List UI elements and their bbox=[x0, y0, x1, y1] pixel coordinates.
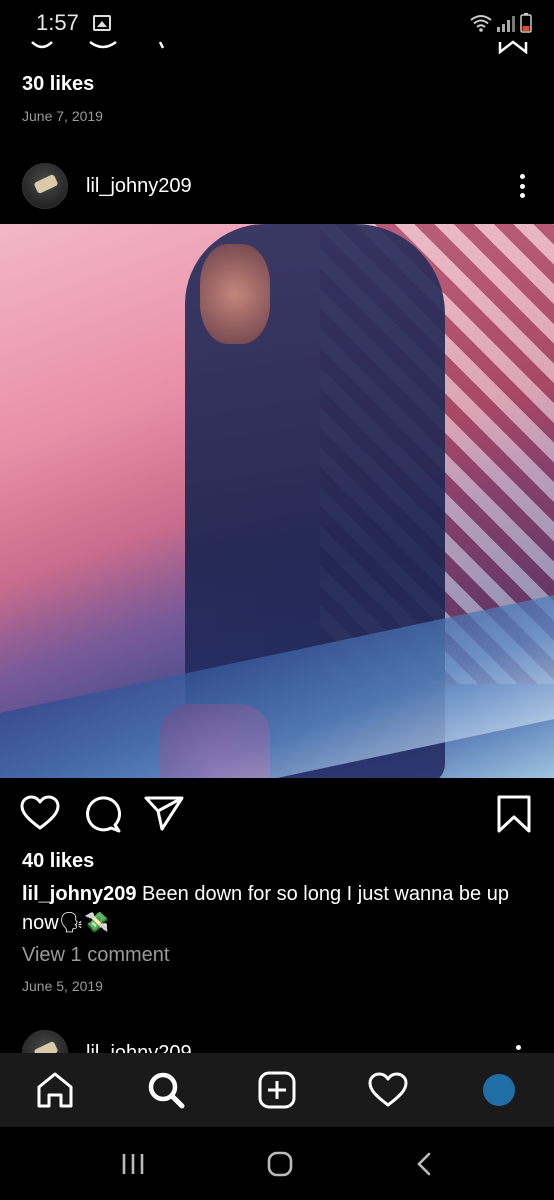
post-date: June 5, 2019 bbox=[22, 978, 103, 994]
post-header: lil_johny209 bbox=[0, 160, 554, 212]
status-time: 1:57 bbox=[36, 10, 79, 35]
send-icon-partial bbox=[158, 41, 165, 49]
caption-username[interactable]: lil_johny209 bbox=[22, 883, 137, 905]
more-options-icon[interactable] bbox=[512, 171, 532, 201]
comment-icon[interactable] bbox=[82, 795, 122, 833]
signal-icon bbox=[497, 16, 515, 32]
new-post-icon bbox=[258, 1071, 296, 1109]
previous-post-likes[interactable]: 30 likes bbox=[22, 73, 94, 96]
home-circle-icon[interactable] bbox=[266, 1150, 294, 1178]
heart-icon-partial bbox=[31, 41, 53, 49]
battery-icon bbox=[520, 13, 532, 33]
avatar[interactable] bbox=[22, 163, 68, 209]
post-likes[interactable]: 40 likes bbox=[22, 850, 94, 873]
nav-search[interactable] bbox=[136, 1060, 196, 1120]
next-post-header: lil_johny209 bbox=[0, 1030, 554, 1054]
bookmark-icon[interactable] bbox=[496, 795, 532, 833]
system-nav bbox=[0, 1127, 554, 1200]
nav-activity[interactable] bbox=[358, 1060, 418, 1120]
image-face-art bbox=[200, 244, 270, 344]
activity-heart-icon bbox=[368, 1072, 408, 1107]
previous-post-date: June 7, 2019 bbox=[22, 108, 103, 124]
next-post-avatar[interactable] bbox=[22, 1030, 68, 1054]
comment-icon-partial bbox=[89, 40, 117, 49]
image-notification-icon bbox=[92, 15, 111, 31]
share-send-icon[interactable] bbox=[144, 795, 184, 831]
profile-avatar bbox=[482, 1074, 515, 1106]
previous-post-actions-partial bbox=[0, 40, 554, 56]
search-icon bbox=[148, 1072, 185, 1109]
nav-home[interactable] bbox=[25, 1060, 85, 1120]
post-username[interactable]: lil_johny209 bbox=[86, 175, 192, 198]
bookmark-icon-partial bbox=[498, 40, 528, 54]
wifi-icon bbox=[470, 15, 492, 32]
view-comments-link[interactable]: View 1 comment bbox=[22, 944, 169, 967]
bottom-nav bbox=[0, 1053, 554, 1127]
like-heart-icon[interactable] bbox=[20, 795, 60, 831]
post-image[interactable] bbox=[0, 224, 554, 778]
post-caption: lil_johny209 Been down for so long I jus… bbox=[22, 880, 537, 938]
recents-icon[interactable] bbox=[120, 1152, 146, 1176]
back-icon[interactable] bbox=[414, 1151, 434, 1177]
post-actions bbox=[0, 795, 554, 835]
status-icons bbox=[470, 13, 532, 33]
nav-profile[interactable] bbox=[469, 1060, 529, 1120]
home-icon bbox=[37, 1072, 73, 1108]
nav-new-post[interactable] bbox=[247, 1060, 307, 1120]
